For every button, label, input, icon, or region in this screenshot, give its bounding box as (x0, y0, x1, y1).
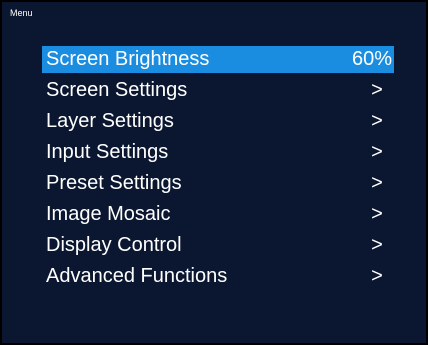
chevron-right-icon: > (371, 172, 383, 194)
chevron-right-icon: > (371, 265, 383, 287)
chevron-right-icon: > (371, 79, 383, 101)
menu-item-preset-settings[interactable]: Preset Settings > (42, 170, 394, 197)
menu-item-layer-settings[interactable]: Layer Settings > (42, 108, 394, 135)
menu-item-display-control[interactable]: Display Control > (42, 232, 394, 259)
menu-item-label: Layer Settings (46, 110, 174, 132)
menu-title: Menu (10, 8, 33, 18)
menu-item-label: Display Control (46, 234, 182, 256)
menu-item-label: Advanced Functions (46, 265, 228, 287)
chevron-right-icon: > (371, 203, 383, 225)
menu-item-screen-settings[interactable]: Screen Settings > (42, 77, 394, 104)
menu-item-image-mosaic[interactable]: Image Mosaic > (42, 201, 394, 228)
menu-list: Screen Brightness 60% Screen Settings > … (42, 46, 394, 294)
brightness-value: 60% (351, 48, 392, 70)
menu-item-label: Image Mosaic (46, 203, 171, 225)
menu-item-input-settings[interactable]: Input Settings > (42, 139, 394, 166)
menu-item-advanced-functions[interactable]: Advanced Functions > (42, 263, 394, 290)
chevron-right-icon: > (371, 110, 383, 132)
menu-item-screen-brightness[interactable]: Screen Brightness 60% (42, 46, 394, 73)
chevron-right-icon: > (371, 234, 383, 256)
menu-item-label: Preset Settings (46, 172, 182, 194)
menu-item-label: Input Settings (46, 141, 169, 163)
menu-item-label: Screen Brightness (46, 48, 210, 70)
chevron-right-icon: > (371, 141, 383, 163)
menu-item-label: Screen Settings (46, 79, 188, 101)
osd-menu-panel: Menu Screen Brightness 60% Screen Settin… (0, 0, 428, 345)
